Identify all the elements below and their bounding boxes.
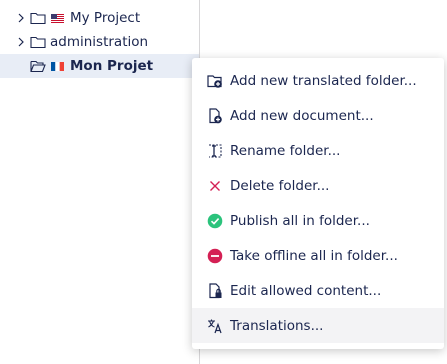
menu-item-label: Take offline all in folder... — [230, 247, 398, 264]
menu-item-add-document[interactable]: Add new document... — [192, 98, 444, 133]
tree-node-mon-projet[interactable]: Mon Projet — [0, 54, 199, 78]
menu-item-label: Publish all in folder... — [230, 212, 370, 229]
menu-item-add-translated-folder[interactable]: Add new translated folder... — [192, 63, 444, 98]
add-document-icon — [207, 107, 223, 124]
offline-icon — [207, 248, 223, 264]
chevron-right-icon[interactable] — [16, 37, 26, 47]
menu-item-delete-folder[interactable]: Delete folder... — [192, 168, 444, 203]
menu-item-translations[interactable]: Translations... — [192, 308, 444, 343]
folder-icon — [30, 11, 46, 25]
context-menu: Add new translated folder... Add new doc… — [192, 58, 444, 349]
tree-node-administration[interactable]: administration — [0, 30, 199, 54]
translations-icon — [207, 318, 223, 334]
menu-item-label: Add new document... — [230, 107, 374, 124]
delete-icon — [207, 178, 223, 194]
tree-node-my-project[interactable]: My Project — [0, 6, 199, 30]
folder-icon — [30, 35, 46, 49]
publish-icon — [207, 213, 223, 229]
menu-item-label: Rename folder... — [230, 142, 341, 159]
menu-item-label: Add new translated folder... — [230, 72, 417, 89]
menu-item-take-offline-all[interactable]: Take offline all in folder... — [192, 238, 444, 273]
menu-item-label: Delete folder... — [230, 177, 330, 194]
menu-item-label: Edit allowed content... — [230, 282, 382, 299]
add-translated-folder-icon — [207, 73, 223, 89]
tree-node-label: Mon Projet — [70, 58, 154, 74]
menu-item-publish-all[interactable]: Publish all in folder... — [192, 203, 444, 238]
chevron-right-icon[interactable] — [16, 13, 26, 23]
content-tree: My Project administration Mon Projet — [0, 0, 200, 364]
menu-item-rename-folder[interactable]: Rename folder... — [192, 133, 444, 168]
fr-flag-icon — [51, 61, 64, 71]
edit-allowed-content-icon — [207, 282, 223, 299]
folder-open-icon — [30, 59, 46, 73]
tree-node-label: My Project — [70, 10, 141, 26]
us-flag-icon — [51, 13, 64, 23]
menu-item-label: Translations... — [230, 317, 324, 334]
menu-item-edit-allowed-content[interactable]: Edit allowed content... — [192, 273, 444, 308]
tree-node-label: administration — [50, 34, 149, 50]
rename-icon — [207, 143, 223, 159]
